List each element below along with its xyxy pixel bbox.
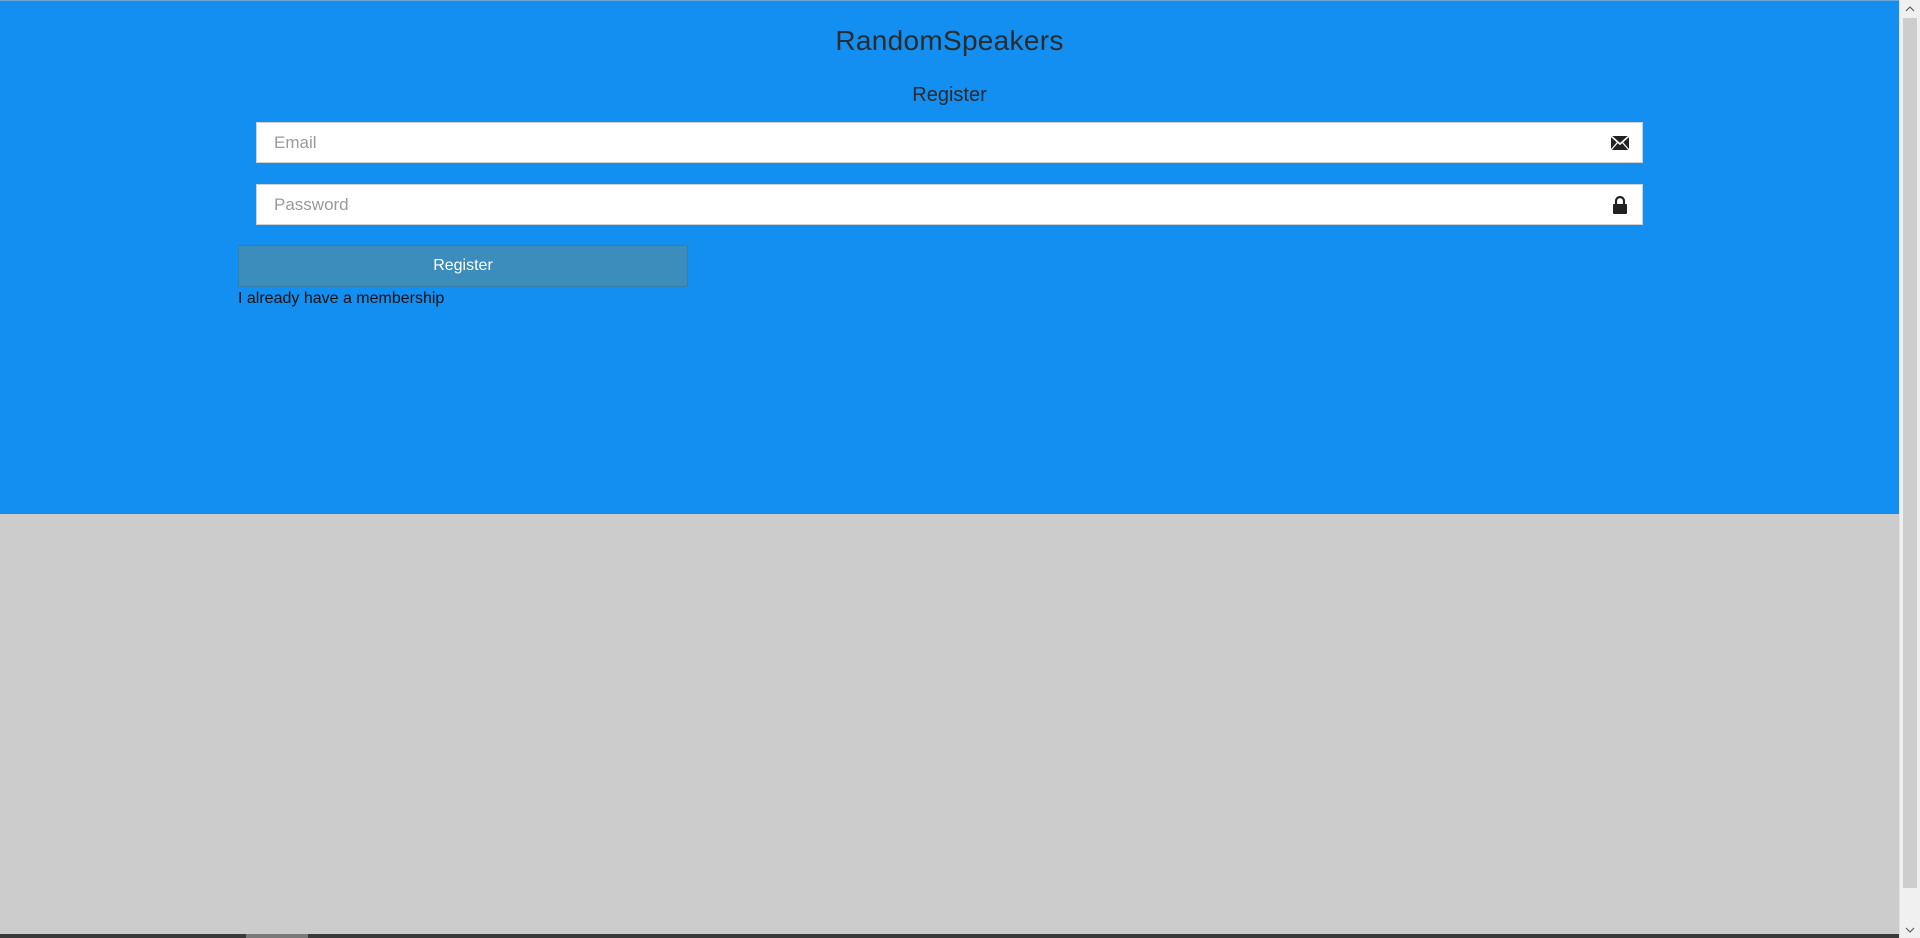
register-panel: RandomSpeakers Register Register — [0, 1, 1899, 514]
email-field[interactable] — [256, 122, 1643, 163]
lock-icon — [1610, 195, 1630, 215]
horizontal-scroll-thumb[interactable] — [246, 934, 308, 938]
membership-link[interactable]: I already have a membership — [238, 290, 444, 308]
form-heading: Register — [912, 84, 987, 106]
password-input[interactable] — [257, 185, 1587, 224]
scroll-down-arrow-icon[interactable] — [1900, 921, 1920, 938]
app-title: RandomSpeakers — [835, 25, 1064, 56]
envelope-icon — [1610, 133, 1630, 153]
email-input[interactable] — [257, 123, 1587, 162]
scroll-up-arrow-icon[interactable] — [1900, 0, 1920, 17]
horizontal-scrollbar[interactable] — [0, 934, 1899, 938]
register-button[interactable]: Register — [238, 245, 688, 287]
vertical-scrollbar[interactable] — [1899, 0, 1920, 938]
vertical-scroll-thumb[interactable] — [1903, 18, 1917, 888]
page-background: RandomSpeakers Register Register — [0, 0, 1920, 938]
password-field[interactable] — [256, 184, 1643, 225]
